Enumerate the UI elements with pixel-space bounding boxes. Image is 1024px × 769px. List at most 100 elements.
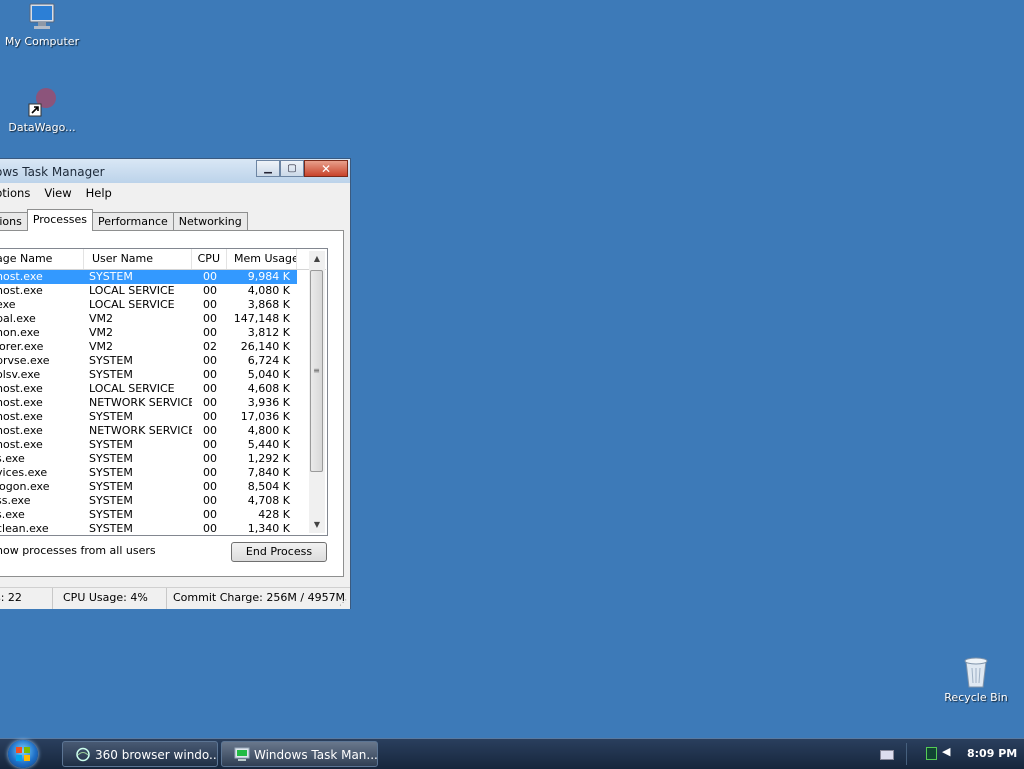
scroll-down-icon[interactable]: ▼: [309, 517, 325, 533]
end-process-button[interactable]: End Process: [231, 542, 327, 562]
process-row[interactable]: clean.exe SYSTEM 00 1,340 K: [0, 522, 297, 535]
process-row[interactable]: olsv.exe SYSTEM 00 5,040 K: [0, 368, 297, 382]
taskbar-button-label: Windows Task Man...: [254, 748, 378, 762]
process-cpu: 00: [203, 284, 217, 297]
column-header-user-name[interactable]: User Name: [84, 249, 192, 269]
process-list[interactable]: age Name User Name CPU Mem Usage host.ex…: [0, 248, 328, 536]
menu-options[interactable]: ptions: [0, 186, 37, 200]
process-mem-usage: 9,984 K: [247, 270, 290, 283]
process-image-name: host.exe: [0, 424, 43, 437]
process-mem-usage: 5,040 K: [247, 368, 290, 381]
desktop-icon-recycle-bin[interactable]: Recycle Bin: [934, 656, 1018, 704]
process-image-name: vices.exe: [0, 466, 48, 479]
minimize-button[interactable]: ▁: [256, 160, 280, 177]
process-row[interactable]: exe LOCAL SERVICE 00 3,868 K: [0, 298, 297, 312]
process-row[interactable]: non.exe VM2 00 3,812 K: [0, 326, 297, 340]
column-header-mem-usage[interactable]: Mem Usage: [227, 249, 297, 269]
process-row[interactable]: host.exe SYSTEM 00 9,984 K: [0, 270, 297, 284]
network-icon[interactable]: [926, 747, 937, 760]
process-image-name: exe: [0, 298, 16, 311]
tab-performance[interactable]: Performance: [92, 212, 174, 231]
process-user-name: SYSTEM: [89, 410, 133, 423]
process-cpu: 00: [203, 298, 217, 311]
process-row[interactable]: host.exe SYSTEM 00 17,036 K: [0, 410, 297, 424]
process-row[interactable]: vices.exe SYSTEM 00 7,840 K: [0, 466, 297, 480]
process-user-name: SYSTEM: [89, 354, 133, 367]
process-row[interactable]: prvse.exe SYSTEM 00 6,724 K: [0, 354, 297, 368]
taskbar-button-label: 360 browser windo...: [95, 748, 218, 762]
process-image-name: non.exe: [0, 326, 40, 339]
process-row[interactable]: lorer.exe VM2 02 26,140 K: [0, 340, 297, 354]
desktop-icon-datawagon[interactable]: DataWago...: [0, 86, 84, 134]
process-mem-usage: 1,340 K: [247, 522, 290, 535]
taskbar-button-task-manager[interactable]: Windows Task Man...: [221, 741, 378, 767]
desktop-icon-label: Recycle Bin: [944, 691, 1008, 704]
process-user-name: VM2: [89, 340, 114, 353]
keyboard-icon[interactable]: [880, 750, 894, 760]
scroll-thumb[interactable]: ≡: [310, 270, 323, 472]
process-row[interactable]: host.exe LOCAL SERVICE 00 4,608 K: [0, 382, 297, 396]
process-image-name: host.exe: [0, 410, 43, 423]
process-cpu: 00: [203, 466, 217, 479]
scroll-up-icon[interactable]: ▲: [309, 251, 325, 267]
vertical-scrollbar[interactable]: ▲ ≡ ▼: [309, 251, 325, 533]
computer-icon: [29, 3, 55, 29]
process-user-name: NETWORK SERVICE: [89, 396, 192, 409]
process-row[interactable]: pal.exe VM2 00 147,148 K: [0, 312, 297, 326]
process-mem-usage: 4,708 K: [247, 494, 290, 507]
tab-strip: tions Processes Performance Networking: [0, 209, 248, 231]
process-mem-usage: 1,292 K: [247, 452, 290, 465]
volume-icon[interactable]: ◀: [942, 746, 952, 758]
process-user-name: LOCAL SERVICE: [89, 298, 175, 311]
show-all-users-checkbox[interactable]: how processes from all users: [0, 544, 156, 557]
process-mem-usage: 8,504 K: [247, 480, 290, 493]
clock[interactable]: 8:09 PM: [967, 739, 1017, 769]
title-bar[interactable]: ows Task Manager ▁ ▢ ✕: [0, 159, 350, 183]
process-row[interactable]: host.exe LOCAL SERVICE 00 4,080 K: [0, 284, 297, 298]
close-button[interactable]: ✕: [304, 160, 348, 177]
process-image-name: clean.exe: [0, 522, 49, 535]
task-manager-window: ows Task Manager ▁ ▢ ✕ ptions View Help …: [0, 158, 351, 609]
process-cpu: 00: [203, 424, 217, 437]
task-manager-icon: [234, 747, 250, 761]
process-cpu: 00: [203, 368, 217, 381]
maximize-button[interactable]: ▢: [280, 160, 304, 177]
process-row[interactable]: host.exe NETWORK SERVICE 00 4,800 K: [0, 424, 297, 438]
resize-grip-icon[interactable]: ⋰: [339, 598, 349, 608]
column-header-cpu[interactable]: CPU: [192, 249, 227, 269]
process-mem-usage: 4,080 K: [247, 284, 290, 297]
process-row[interactable]: s.exe SYSTEM 00 428 K: [0, 508, 297, 522]
process-list-body: host.exe SYSTEM 00 9,984 K host.exe LOCAL SER…: [0, 270, 297, 535]
process-row[interactable]: ss.exe SYSTEM 00 4,708 K: [0, 494, 297, 508]
process-cpu: 00: [203, 354, 217, 367]
process-user-name: SYSTEM: [89, 466, 133, 479]
browser-icon: [76, 747, 90, 762]
process-row[interactable]: host.exe NETWORK SERVICE 00 3,936 K: [0, 396, 297, 410]
process-user-name: SYSTEM: [89, 452, 133, 465]
process-row[interactable]: host.exe SYSTEM 00 5,440 K: [0, 438, 297, 452]
desktop-icon-label: My Computer: [4, 35, 80, 48]
taskbar-button-360-browser[interactable]: 360 browser windo...: [62, 741, 218, 767]
menu-view[interactable]: View: [37, 186, 78, 200]
process-mem-usage: 4,608 K: [247, 382, 290, 395]
menu-help[interactable]: Help: [79, 186, 119, 200]
process-row[interactable]: s.exe SYSTEM 00 1,292 K: [0, 452, 297, 466]
process-image-name: host.exe: [0, 396, 43, 409]
column-header-image-name[interactable]: age Name: [0, 249, 84, 269]
process-user-name: SYSTEM: [89, 270, 133, 283]
tab-applications[interactable]: tions: [0, 212, 28, 231]
process-image-name: s.exe: [0, 508, 25, 521]
desktop-icon-my-computer[interactable]: My Computer: [0, 2, 84, 48]
process-row[interactable]: logon.exe SYSTEM 00 8,504 K: [0, 480, 297, 494]
process-image-name: pal.exe: [0, 312, 36, 325]
process-image-name: olsv.exe: [0, 368, 41, 381]
process-user-name: VM2: [89, 312, 114, 325]
process-cpu: 00: [203, 494, 217, 507]
process-image-name: ss.exe: [0, 494, 31, 507]
tab-networking[interactable]: Networking: [172, 212, 248, 231]
process-cpu: 00: [203, 326, 217, 339]
start-button[interactable]: [8, 740, 38, 768]
tab-processes[interactable]: Processes: [26, 209, 94, 231]
process-image-name: host.exe: [0, 438, 43, 451]
process-mem-usage: 26,140 K: [240, 340, 290, 353]
